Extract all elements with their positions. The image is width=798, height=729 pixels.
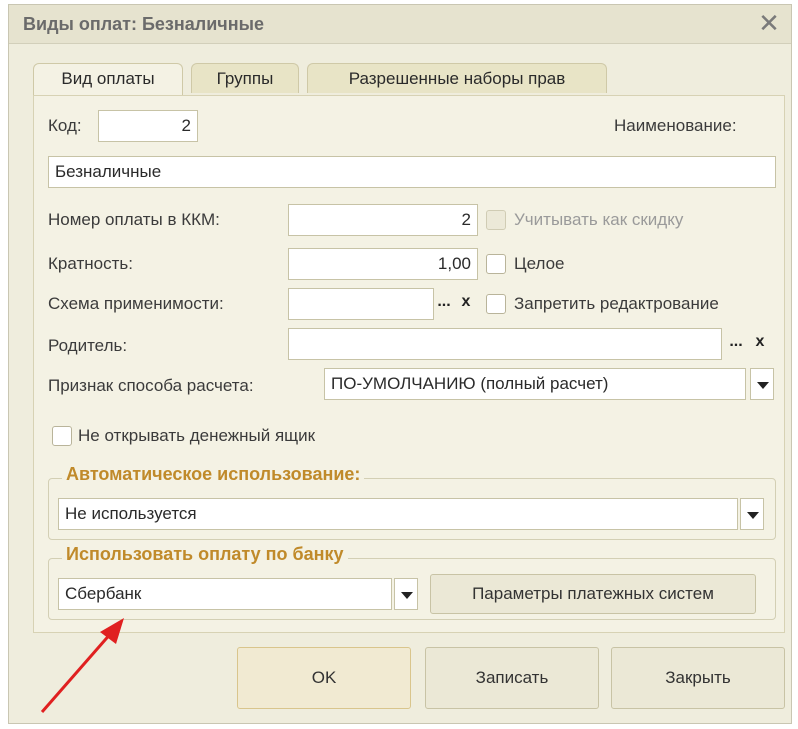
annotation-arrow-icon (40, 618, 124, 713)
